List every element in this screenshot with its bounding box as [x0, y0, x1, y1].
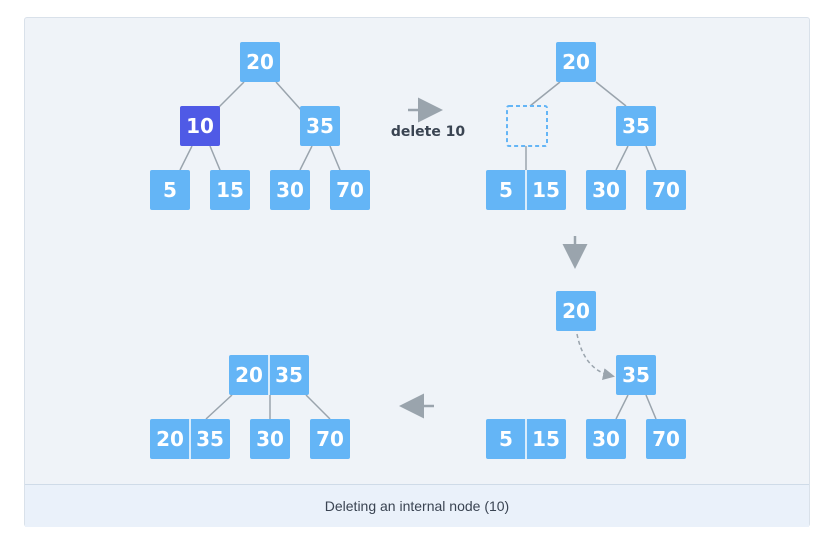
node-key: 5	[499, 178, 513, 202]
caption-bar: Deleting an internal node (10)	[25, 484, 809, 527]
tree-1-highlighted-node: 10	[180, 106, 220, 146]
tree-3-internal-node: 35	[616, 355, 656, 395]
dashed-curve-arrow-icon	[576, 333, 615, 380]
tree-3-detached-root-node: 20	[556, 291, 596, 331]
node-key: 30	[592, 178, 620, 202]
tree-1-internal-node: 35	[300, 106, 340, 146]
tree-1: 20 10 35 5 15 30 70	[150, 42, 370, 210]
tree-1-root-node: 20	[240, 42, 280, 82]
node-key: 20	[235, 363, 263, 387]
tree-4-leaf-node: 70	[310, 419, 350, 459]
tree-1-leaf-node: 30	[270, 170, 310, 210]
node-key: 5	[163, 178, 177, 202]
btree-deletion-diagram: 20 10 35 5 15 30 70 delete 10 20 35 5 15…	[150, 42, 686, 459]
node-key: 15	[216, 178, 244, 202]
tree-1-leaf-node: 15	[210, 170, 250, 210]
node-key: 35	[306, 114, 334, 138]
node-key: 30	[256, 427, 284, 451]
tree-4: 20 35 20 35 30 70	[150, 355, 350, 459]
tree-3: 20 35 5 15 30 70	[486, 291, 686, 459]
tree-4-root-node: 20 35	[229, 355, 309, 395]
node-key: 70	[336, 178, 364, 202]
node-key: 10	[186, 114, 214, 138]
node-key: 20	[562, 50, 590, 74]
tree-2-root-node: 20	[556, 42, 596, 82]
tree-3-edges	[615, 394, 657, 420]
node-key: 30	[592, 427, 620, 451]
node-key: 35	[275, 363, 303, 387]
node-key: 70	[316, 427, 344, 451]
node-key: 20	[562, 299, 590, 323]
node-key: 5	[499, 427, 513, 451]
tree-3-leaf-node: 30	[586, 419, 626, 459]
tree-3-merged-leaf-node: 5 15	[486, 419, 566, 459]
tree-2-internal-node: 35	[616, 106, 656, 146]
node-key: 15	[532, 427, 560, 451]
tree-4-edges	[205, 394, 331, 420]
node-key: 35	[622, 114, 650, 138]
tree-2-leaf-node: 30	[586, 170, 626, 210]
tree-3-leaf-node: 70	[646, 419, 686, 459]
caption-text: Deleting an internal node (10)	[324, 498, 510, 514]
tree-2-leaf-node: 70	[646, 170, 686, 210]
node-key: 20	[156, 427, 184, 451]
node-key: 35	[622, 363, 650, 387]
tree-4-leaf-node: 20 35	[150, 419, 230, 459]
node-key: 70	[652, 427, 680, 451]
node-key: 20	[246, 50, 274, 74]
tree-2: 20 35 5 15 30 70	[486, 42, 686, 210]
tree-1-leaf-node: 5	[150, 170, 190, 210]
tree-2-merged-leaf-node: 5 15	[486, 170, 566, 210]
tree-2-empty-node	[506, 105, 548, 147]
node-key: 15	[532, 178, 560, 202]
tree-4-leaf-node: 30	[250, 419, 290, 459]
node-key: 35	[196, 427, 224, 451]
tree-1-leaf-node: 70	[330, 170, 370, 210]
node-key: 70	[652, 178, 680, 202]
step-label: delete 10	[391, 124, 466, 140]
node-key: 30	[276, 178, 304, 202]
